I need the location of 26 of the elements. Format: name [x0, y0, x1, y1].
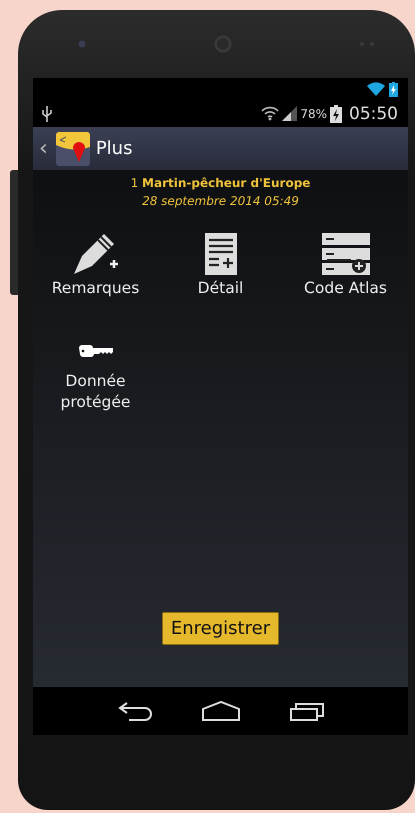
back-icon[interactable] [116, 700, 152, 722]
battery-charging-icon [389, 82, 398, 96]
recent-apps-icon[interactable] [288, 700, 324, 722]
action-tile[interactable]: Donnée protégée [33, 313, 158, 413]
usb-icon [41, 106, 53, 122]
camera-icon [78, 40, 86, 48]
pencil-plus-icon [72, 232, 120, 276]
signal-icon [282, 106, 298, 121]
action-tile[interactable]: Remarques [33, 230, 158, 299]
battery-percentage: 78% [300, 106, 327, 120]
home-icon[interactable] [200, 700, 240, 722]
screen-title: Plus [96, 138, 132, 159]
stacked-records-plus-icon [320, 232, 370, 276]
save-button[interactable]: Enregistrer [162, 612, 280, 645]
key-icon [78, 345, 112, 359]
species-line: 1 Martin-pêcheur d'Europe [130, 176, 310, 190]
battery-charging-icon [330, 104, 342, 122]
document-plus-icon [204, 232, 238, 276]
observation-date: 28 septembre 2014 05:49 [142, 194, 299, 208]
clock-time: 05:50 [349, 104, 398, 124]
action-tile[interactable]: Code Atlas [283, 230, 408, 299]
wifi-icon [261, 106, 280, 121]
action-tile[interactable]: Détail [158, 230, 283, 299]
back-button[interactable]: ‹ [37, 136, 50, 161]
map-pin-app-icon [56, 132, 90, 166]
wifi-icon [367, 82, 385, 96]
